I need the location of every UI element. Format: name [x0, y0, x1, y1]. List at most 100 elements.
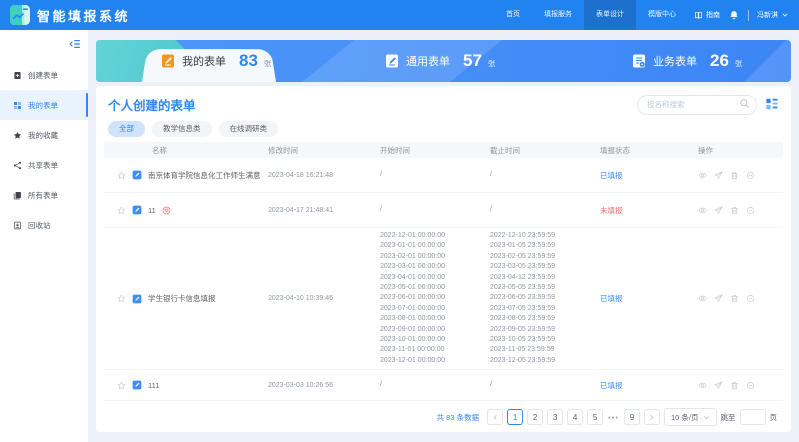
sidebar-collapse-icon[interactable]	[69, 38, 81, 50]
disable-icon[interactable]	[746, 381, 755, 390]
delete-icon[interactable]	[730, 171, 739, 180]
tab-2[interactable]: 在线调研类	[219, 121, 279, 137]
nav-item-0[interactable]: 首页	[494, 0, 532, 30]
jump-suffix: 页	[770, 412, 778, 423]
notification-bell-icon[interactable]	[729, 10, 739, 20]
topbar-right: 指南 冯新淇	[688, 10, 789, 21]
chevron-left-icon	[492, 414, 499, 421]
column-header-0: 名称	[104, 145, 268, 156]
page-size-select[interactable]: 10 条/页	[664, 408, 717, 426]
sidebar-item-1[interactable]: 我的表单	[0, 90, 88, 120]
row-actions	[698, 206, 783, 215]
start-time: 2023-05-01 00:00:00	[380, 283, 490, 293]
star-icon[interactable]	[117, 206, 126, 215]
user-menu[interactable]: 冯新淇	[757, 10, 789, 20]
prev-page-button[interactable]	[487, 409, 503, 425]
delete-icon[interactable]	[730, 294, 739, 303]
nav-item-3[interactable]: 模版中心	[636, 0, 688, 30]
view-icon[interactable]	[698, 206, 707, 215]
page-ellipsis[interactable]: •••	[608, 413, 619, 422]
end-time: /	[490, 379, 600, 391]
next-page-button[interactable]	[644, 409, 660, 425]
search-icon[interactable]	[739, 98, 750, 109]
sidebar-item-label: 创建表单	[28, 70, 58, 81]
star-icon[interactable]	[117, 294, 126, 303]
page-button-9[interactable]: 9	[624, 409, 640, 425]
disable-icon[interactable]	[746, 171, 755, 180]
star-icon[interactable]	[117, 381, 126, 390]
sidebar-item-3[interactable]: 共享表单	[0, 150, 88, 180]
disable-icon[interactable]	[746, 294, 755, 303]
form-name[interactable]: 111	[148, 381, 159, 390]
stat-value: 26	[710, 51, 729, 71]
sidebar-item-2[interactable]: 我的收藏	[0, 120, 88, 150]
tab-0[interactable]: 全部	[108, 121, 145, 137]
jump-page-input[interactable]	[740, 409, 766, 425]
my-forms-stat-icon	[160, 53, 176, 69]
stat-my-forms[interactable]: 我的表单 83 张	[160, 40, 271, 82]
start-time: 2023-03-01 00:00:00	[380, 262, 490, 272]
app-logo-icon	[10, 5, 30, 25]
sidebar-item-label: 所有表单	[28, 190, 58, 201]
stat-business-forms[interactable]: 业务表单 26 张	[631, 40, 742, 82]
search-box	[637, 94, 757, 114]
send-icon[interactable]	[714, 294, 723, 303]
jump-label: 跳至	[721, 412, 736, 423]
guide-link[interactable]: 指南	[694, 10, 720, 20]
stat-general-forms[interactable]: 通用表单 57 张	[384, 40, 495, 82]
chevron-down-icon	[781, 11, 789, 19]
page-button-1[interactable]: 1	[507, 409, 523, 425]
username: 冯新淇	[757, 10, 778, 20]
start-time: /	[380, 169, 490, 181]
form-name[interactable]: 学生银行卡信息填报	[148, 293, 216, 304]
tab-1[interactable]: 教学信息类	[152, 121, 212, 137]
all-forms-icon	[13, 191, 22, 200]
send-icon[interactable]	[714, 171, 723, 180]
disable-icon[interactable]	[746, 206, 755, 215]
sidebar-item-5[interactable]: 回收站	[0, 210, 88, 240]
page-button-4[interactable]: 4	[567, 409, 583, 425]
stats-banner: 我的表单 83 张 通用表单 57 张 业务表单 26 张	[96, 40, 791, 82]
page-button-2[interactable]: 2	[527, 409, 543, 425]
end-time: 2023-10-05 23:59:59	[490, 335, 600, 345]
form-name[interactable]: 11	[148, 206, 156, 215]
modified-time: 2023-04-17 21:48:41	[268, 207, 380, 214]
row-actions	[698, 294, 783, 303]
page-button-5[interactable]: 5	[587, 409, 603, 425]
send-icon[interactable]	[714, 206, 723, 215]
start-time: 2023-12-01 00:00:00	[380, 356, 490, 366]
nav-item-2[interactable]: 表单设计	[584, 0, 636, 30]
view-icon[interactable]	[698, 381, 707, 390]
status-cell: 已填报	[600, 293, 698, 304]
send-icon[interactable]	[714, 381, 723, 390]
end-time: /	[490, 169, 600, 181]
total-count: 共 83 条数据	[437, 412, 480, 423]
doc-edit-icon	[132, 170, 142, 180]
guide-label: 指南	[706, 10, 720, 20]
page-button-3[interactable]: 3	[547, 409, 563, 425]
sidebar-item-label: 回收站	[28, 220, 51, 231]
form-name[interactable]: 南京体育学院信息化工作师生满意度...	[148, 170, 260, 181]
view-icon[interactable]	[698, 294, 707, 303]
page-title: 个人创建的表单	[108, 95, 196, 114]
status-badge: 已填报	[600, 294, 623, 303]
view-icon[interactable]	[698, 171, 707, 180]
row-name-cell: 111	[104, 380, 268, 390]
star-icon[interactable]	[117, 171, 126, 180]
delete-icon[interactable]	[730, 381, 739, 390]
column-header-2: 开始时间	[380, 145, 490, 156]
nav-item-1[interactable]: 填报服务	[532, 0, 584, 30]
end-time: 2023-08-05 23:59:59	[490, 314, 600, 324]
row-actions	[698, 171, 783, 180]
sidebar-item-0[interactable]: 创建表单	[0, 60, 88, 90]
start-time: 2023-08-01 00:00:00	[380, 314, 490, 324]
view-toggle-icon[interactable]	[765, 97, 779, 111]
delete-icon[interactable]	[730, 206, 739, 215]
modified-time: 2023-04-18 16:21:48	[268, 172, 380, 179]
end-time-cell: /	[490, 169, 600, 181]
sidebar-item-4[interactable]: 所有表单	[0, 180, 88, 210]
forms-panel: 个人创建的表单 全部教学信息类在线调研类 名称修改时间开始时间截止时间填报状态操…	[96, 86, 791, 432]
panel-header-right	[637, 94, 779, 114]
end-time: 2023-09-05 23:59:59	[490, 325, 600, 335]
column-header-5: 操作	[698, 145, 783, 156]
